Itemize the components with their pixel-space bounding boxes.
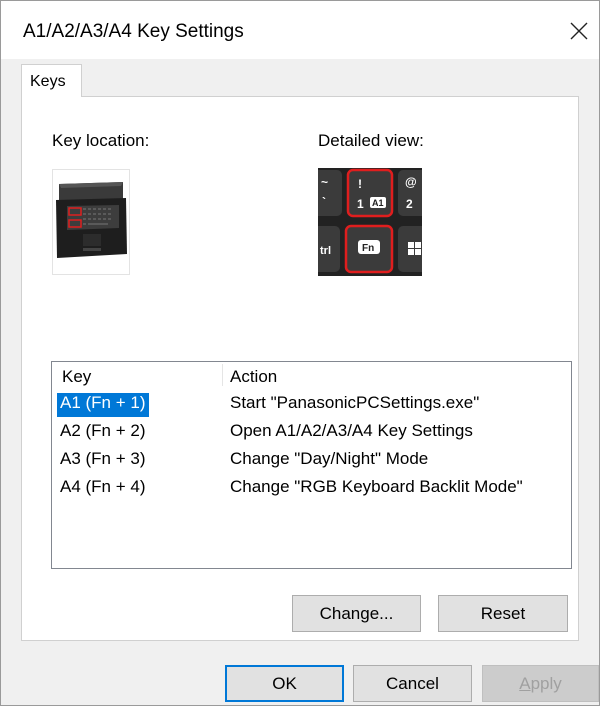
row-key: A2 (Fn + 2) (60, 421, 146, 440)
apply-button[interactable]: Apply (482, 665, 599, 702)
detailed-view-image: ~ ` ! 1 A1 @ 2 trl Fn (318, 168, 422, 276)
reset-button[interactable]: Reset (438, 595, 568, 632)
column-header-key[interactable]: Key (62, 367, 91, 387)
close-button[interactable] (561, 13, 597, 49)
detailed-view-label: Detailed view: (318, 131, 424, 150)
key-location-image (52, 169, 130, 275)
row-action: Change "Day/Night" Mode (230, 449, 429, 468)
key-1-top: ! (358, 177, 362, 191)
key-tilde-top: ~ (321, 175, 328, 189)
key-tilde-bottom: ` (322, 195, 326, 209)
row-key: A3 (Fn + 3) (60, 449, 146, 468)
keys-panel: Key location: Detailed view: ~ ` ! 1 A1 … (21, 96, 579, 641)
key-fn: Fn (362, 243, 374, 254)
window-title: A1/A2/A3/A4 Key Settings (23, 21, 244, 42)
column-divider[interactable] (222, 364, 223, 386)
key-ctrl: trl (320, 245, 331, 257)
title-bar: A1/A2/A3/A4 Key Settings (1, 1, 599, 59)
dialog-window: A1/A2/A3/A4 Key Settings Keys Key locati… (0, 0, 600, 706)
list-row[interactable]: A3 (Fn + 3) Change "Day/Night" Mode (52, 446, 571, 470)
row-action: Change "RGB Keyboard Backlit Mode" (230, 477, 523, 496)
list-row[interactable]: A4 (Fn + 4) Change "RGB Keyboard Backlit… (52, 474, 571, 498)
cancel-button[interactable]: Cancel (353, 665, 472, 702)
apply-label-rest: pply (530, 673, 562, 693)
tab-keys-label: Keys (30, 73, 66, 90)
key-action-list[interactable]: Key Action A1 (Fn + 1) Start "PanasonicP… (51, 361, 572, 569)
row-action: Open A1/A2/A3/A4 Key Settings (230, 421, 473, 440)
key-location-label: Key location: (52, 131, 150, 150)
apply-access-key: A (519, 673, 531, 693)
laptop-image (56, 182, 127, 258)
column-header-action[interactable]: Action (230, 367, 277, 387)
key-2-bottom: 2 (406, 197, 413, 211)
close-icon (570, 22, 588, 40)
change-button[interactable]: Change... (292, 595, 421, 632)
row-action: Start "PanasonicPCSettings.exe" (230, 393, 480, 412)
key-1-bottom: 1 (357, 197, 364, 211)
list-row[interactable]: A1 (Fn + 1) Start "PanasonicPCSettings.e… (52, 390, 571, 417)
row-key: A1 (Fn + 1) (57, 393, 149, 417)
key-2-top: @ (405, 175, 417, 189)
tab-keys[interactable]: Keys (21, 64, 82, 97)
ok-button[interactable]: OK (225, 665, 344, 702)
detail-keys-graphic: ~ ` ! 1 A1 @ 2 trl Fn (318, 168, 422, 276)
list-row[interactable]: A2 (Fn + 2) Open A1/A2/A3/A4 Key Setting… (52, 418, 571, 442)
list-header: Key Action (52, 362, 571, 390)
row-key: A4 (Fn + 4) (60, 477, 146, 496)
key-1-badge: A1 (372, 198, 384, 208)
